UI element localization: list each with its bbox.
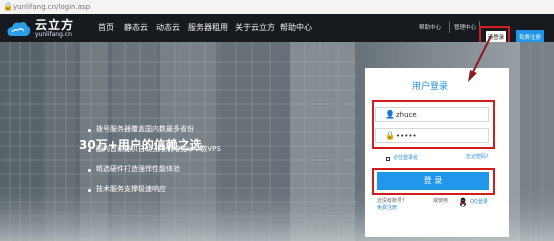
nav-divider — [449, 21, 450, 33]
lock-icon: 🔒 — [3, 2, 13, 11]
login-title: 用户登录 — [412, 82, 449, 92]
qq-login-link[interactable]: QQ登录 — [470, 199, 488, 205]
feature-bullet — [88, 149, 91, 152]
qq-icon[interactable] — [459, 197, 467, 207]
feature-dial-server: 拨号服务器覆盖国内数最多省份 — [96, 125, 194, 133]
nav-home[interactable]: 首页 — [98, 23, 114, 33]
nav-help[interactable]: 帮助中心 — [280, 23, 312, 33]
feature-bullet — [88, 129, 91, 132]
management-link[interactable]: 管理中心 — [454, 24, 476, 32]
cloud-logo-icon — [7, 22, 31, 36]
logo[interactable]: 云立方 yunlifang.cn — [4, 16, 74, 40]
address-url[interactable]: yunlifang.cn/login.asp — [13, 1, 90, 13]
feature-vps-ip: 国内首家提供自助无限制增加ip个数VPS — [96, 145, 221, 153]
feature-support: 技术服务支撑极速响应 — [96, 185, 166, 193]
login-fields-highlight — [372, 100, 495, 149]
nav-static-cloud[interactable]: 静态云 — [124, 23, 148, 33]
feature-bullet — [88, 169, 91, 172]
top-navigation: 云立方 yunlifang.cn 首页 静态云 动态云 服务器租用 关于云立方 … — [0, 14, 554, 48]
logo-domain: yunlifang.cn — [35, 31, 72, 38]
login-alt-text: 或使用 — [433, 198, 449, 204]
nav-dynamic-cloud[interactable]: 动态云 — [156, 23, 180, 33]
login-panel — [365, 68, 509, 237]
forgot-password-link[interactable]: 忘记密码? — [466, 154, 489, 161]
logo-name: 云立方 — [35, 18, 75, 32]
feature-bullet — [88, 189, 91, 192]
remember-label[interactable]: 记住登录名 — [393, 155, 418, 162]
nav-about[interactable]: 关于云立方 — [235, 23, 275, 33]
no-account-text: 还没有账号? — [377, 198, 405, 204]
register-link[interactable]: 免费注册 — [377, 205, 397, 211]
feature-hardware: 精选硬件打造强悍性能体验 — [96, 165, 180, 173]
remember-checkbox[interactable] — [386, 157, 390, 161]
nav-server-rental[interactable]: 服务器租用 — [188, 23, 228, 33]
address-bar[interactable]: 🔒 yunlifang.cn/login.asp — [0, 0, 554, 15]
help-center-link[interactable]: 帮助中心 — [419, 24, 441, 32]
login-submit-highlight — [372, 168, 495, 195]
